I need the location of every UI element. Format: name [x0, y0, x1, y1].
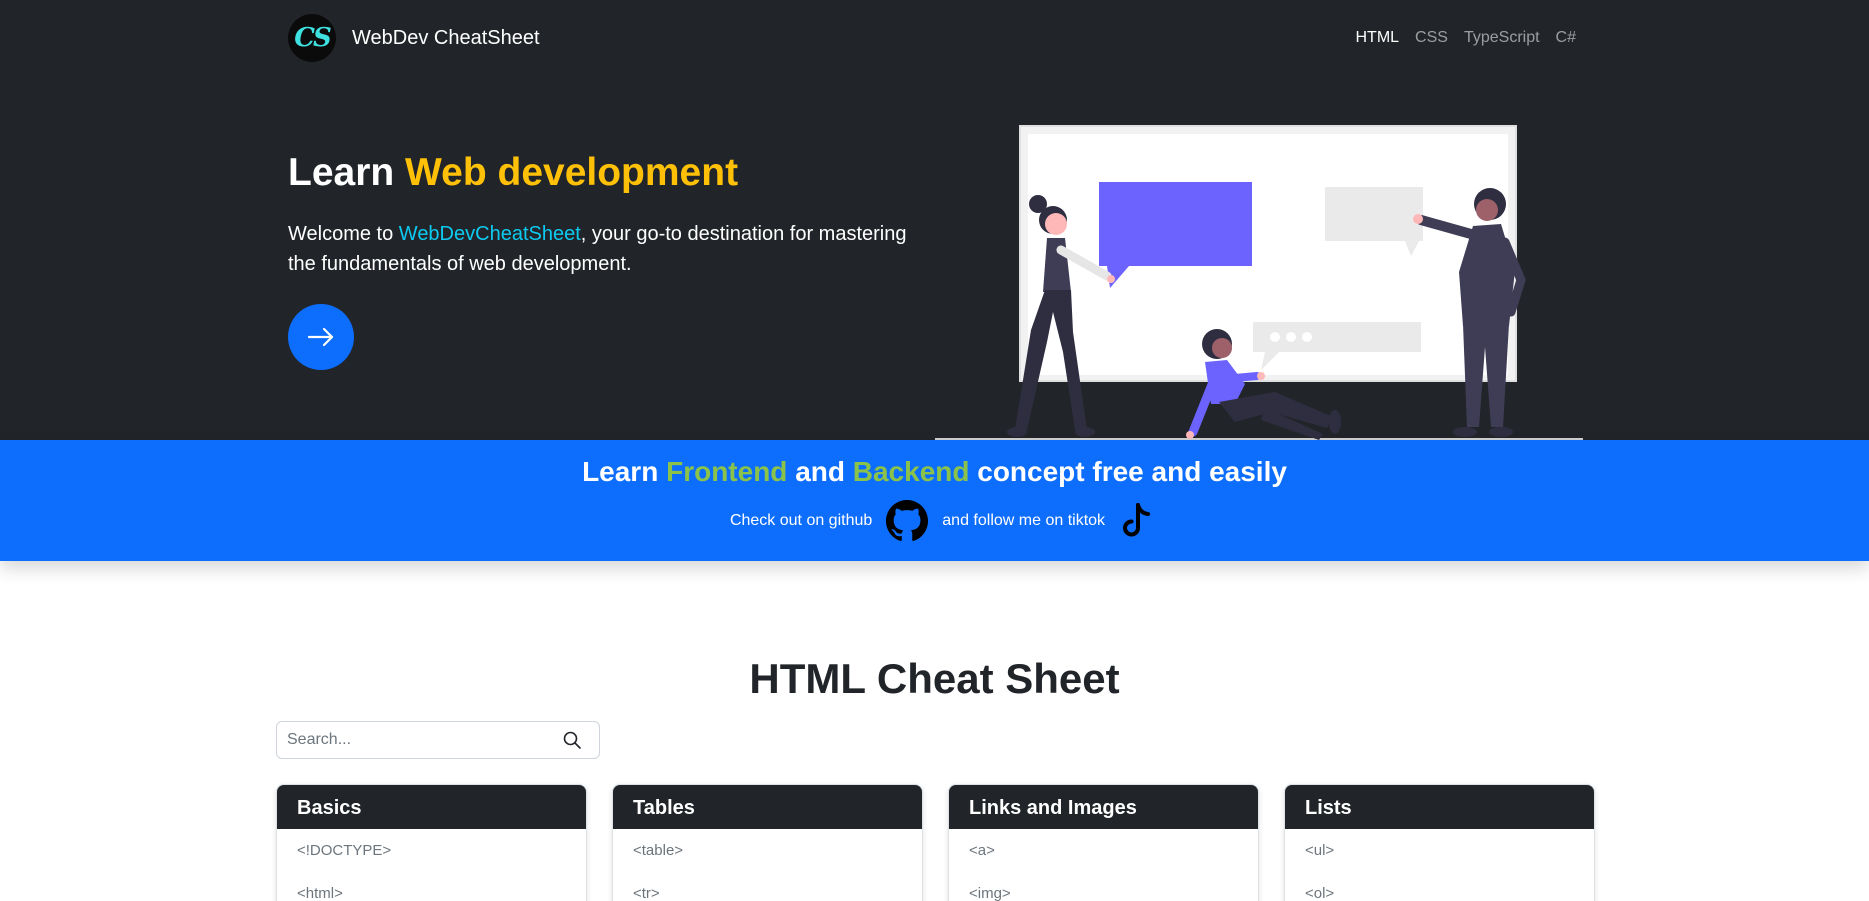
nav-links: HTML CSS TypeScript C#: [1355, 14, 1576, 62]
social-links: Check out on github and follow me on tik…: [0, 500, 1869, 542]
card-title: Links and Images: [949, 785, 1258, 829]
list-item[interactable]: <table>: [613, 829, 922, 872]
list-item[interactable]: <ol>: [1285, 872, 1594, 901]
card-title: Basics: [277, 785, 586, 829]
tiktok-text: and follow me on tiktok: [942, 512, 1106, 529]
search-icon: [563, 731, 581, 749]
presentation-illustration: [935, 125, 1583, 440]
start-arrow-button[interactable]: [288, 304, 354, 370]
card-title: Tables: [613, 785, 922, 829]
search-box: [276, 721, 600, 759]
list-item[interactable]: <ul>: [1285, 829, 1594, 872]
card-lists: Lists <ul> <ol>: [1284, 784, 1595, 901]
page-title: HTML Cheat Sheet: [749, 655, 1120, 702]
navbar: CS WebDev CheatSheet HTML CSS TypeScript…: [288, 14, 1576, 62]
tiktok-icon: [1123, 503, 1151, 537]
logo: CS: [288, 14, 336, 62]
tiktok-link[interactable]: [1119, 502, 1153, 540]
search-button[interactable]: [563, 731, 581, 754]
card-tables: Tables <table> <tr>: [612, 784, 923, 901]
promo-banner: Learn Frontend and Backend concept free …: [0, 440, 1869, 561]
banner-word-frontend: Frontend: [666, 456, 788, 487]
banner-title: Learn Frontend and Backend concept free …: [0, 456, 1869, 488]
list-item[interactable]: <tr>: [613, 872, 922, 901]
hero-title-accent: Web development: [405, 151, 739, 194]
nav-link-csharp[interactable]: C#: [1556, 29, 1576, 47]
github-icon: [886, 500, 929, 541]
card-links-images: Links and Images <a> <img>: [948, 784, 1259, 901]
list-item[interactable]: <!DOCTYPE>: [277, 829, 586, 872]
arrow-right-icon: [307, 327, 334, 347]
hero-title: Learn Web development: [288, 150, 938, 197]
banner-word-learn: Learn: [582, 456, 659, 487]
github-text: Check out on github: [729, 512, 873, 529]
github-link[interactable]: [886, 500, 929, 542]
hero-title-plain: Learn: [288, 151, 395, 194]
search-input[interactable]: [287, 722, 547, 758]
logo-text: CS: [294, 23, 332, 53]
hero-section: CS WebDev CheatSheet HTML CSS TypeScript…: [0, 0, 1869, 440]
card-title: Lists: [1285, 785, 1594, 829]
card-basics: Basics <!DOCTYPE> <html>: [276, 784, 587, 901]
nav-link-css[interactable]: CSS: [1415, 29, 1448, 47]
hero-desc-link[interactable]: WebDevCheatSheet: [399, 223, 581, 245]
brand-name: WebDev CheatSheet: [352, 26, 540, 49]
banner-word-backend: Backend: [852, 456, 970, 487]
hero-text: Learn Web development Welcome to WebDevC…: [288, 150, 938, 279]
nav-link-html[interactable]: HTML: [1355, 29, 1399, 47]
nav-link-typescript[interactable]: TypeScript: [1464, 29, 1540, 47]
list-item[interactable]: <a>: [949, 829, 1258, 872]
list-item[interactable]: <img>: [949, 872, 1258, 901]
brand[interactable]: CS WebDev CheatSheet: [288, 14, 540, 62]
list-item[interactable]: <html>: [277, 872, 586, 901]
banner-word-and: and: [795, 456, 845, 487]
hero-desc-before: Welcome to: [288, 222, 394, 245]
banner-word-rest: concept free and easily: [977, 456, 1287, 487]
hero-description: Welcome to WebDevCheatSheet, your go-to …: [288, 219, 938, 279]
